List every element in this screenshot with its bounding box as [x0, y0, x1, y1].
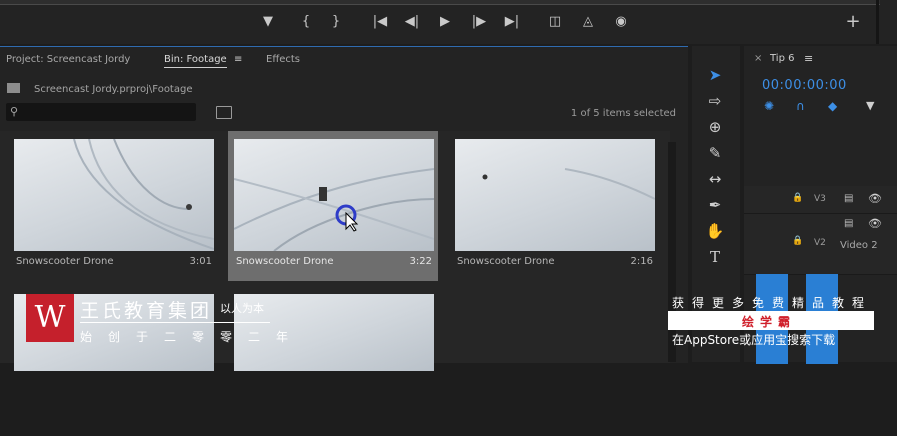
eye-icon[interactable]: 👁 — [868, 217, 882, 230]
go-to-out-icon[interactable]: ▶| — [502, 12, 522, 32]
tab-sequence[interactable]: Tip 6 — [770, 53, 794, 64]
track-v3[interactable]: 🔒 V3 ▤ 👁 — [744, 186, 897, 214]
slip-tool-icon[interactable]: ↔ — [704, 168, 726, 190]
track-label: V2 — [814, 238, 826, 248]
watermark-motto: 以人为本 — [220, 302, 264, 315]
panel-menu-icon[interactable]: ≡ — [234, 54, 242, 65]
eye-icon[interactable]: 👁 — [868, 192, 882, 205]
clip-thumbnail[interactable] — [455, 139, 655, 251]
snow-field-image — [482, 168, 655, 200]
track-v2[interactable]: 🔒 V2 ▤ 👁 Video 2 — [744, 214, 897, 275]
clip-name: Snowscooter Drone — [457, 256, 555, 267]
snap-icon[interactable]: ✺ — [764, 99, 774, 113]
lift-icon[interactable]: ◫ — [545, 12, 565, 32]
promo-line: 在AppStore或应用宝搜索下载 — [672, 333, 836, 347]
clip-item[interactable]: Snowscooter Drone 2:16 — [449, 131, 659, 281]
promo-line: 获得更多免费精品教程 — [672, 296, 873, 310]
sync-lock-icon[interactable]: ▤ — [844, 218, 853, 229]
snow-tracks-image — [73, 139, 214, 250]
clip-duration: 3:22 — [409, 256, 432, 267]
promo-brand: 绘学霸 — [742, 315, 797, 329]
go-to-in-icon[interactable]: |◀ — [370, 12, 390, 32]
add-marker-icon[interactable]: ▼ — [258, 12, 278, 32]
ripple-edit-tool-icon[interactable]: ⊕ — [704, 116, 726, 138]
tab-bin-footage[interactable]: Bin: Footage — [164, 54, 227, 68]
clip-name: Snowscooter Drone — [236, 256, 334, 267]
lock-icon[interactable]: 🔒 — [792, 193, 803, 203]
export-frame-icon[interactable]: ◉ — [611, 12, 631, 32]
clip-thumbnail[interactable] — [234, 139, 434, 251]
close-tab-icon[interactable]: × — [754, 53, 762, 64]
monitor-scrub-bar[interactable] — [0, 0, 880, 5]
tab-project[interactable]: Project: Screencast Jordy — [6, 54, 130, 65]
add-marker-icon[interactable]: ◆ — [828, 99, 837, 113]
folder-icon — [7, 83, 20, 93]
lock-icon[interactable]: 🔒 — [792, 236, 803, 246]
clip-duration: 2:16 — [630, 256, 653, 267]
tab-effects[interactable]: Effects — [266, 54, 300, 65]
hand-tool-icon[interactable]: ✋ — [704, 220, 726, 242]
sync-lock-icon[interactable]: ▤ — [844, 193, 853, 204]
new-search-bin-icon[interactable] — [216, 106, 232, 119]
step-back-icon[interactable]: ◀| — [402, 12, 422, 32]
button-editor-plus-icon[interactable]: + — [843, 12, 863, 32]
type-tool-icon[interactable]: T — [704, 246, 726, 268]
snow-tracks-image — [234, 168, 434, 251]
search-icon: ⚲ — [10, 105, 19, 118]
program-monitor-transport: ▼ { } |◀ ◀| ▶ |▶ ▶| ◫ ◬ ◉ + — [0, 0, 897, 44]
watermark-subtitle: 始创于二零零二年 — [80, 330, 305, 344]
track-label: V3 — [814, 194, 826, 204]
watermark-logo: W — [26, 294, 74, 342]
watermark-title: 王氏教育集团 — [80, 300, 213, 322]
playhead-timecode[interactable]: 00:00:00:00 — [762, 78, 847, 93]
watermark-divider — [80, 322, 270, 323]
clip-duration: 3:01 — [189, 256, 212, 267]
pen-tool-icon[interactable]: ✒ — [704, 194, 726, 216]
clip-item[interactable]: Snowscooter Drone 3:01 — [8, 131, 218, 281]
mark-in-icon[interactable]: { — [296, 12, 316, 32]
clip-item-selected[interactable]: Snowscooter Drone 3:22 — [228, 131, 438, 281]
timeline-settings-icon[interactable]: ▼ — [866, 99, 874, 112]
track-name: Video 2 — [840, 240, 878, 251]
linked-selection-icon[interactable]: ∩ — [796, 99, 805, 113]
selection-count: 1 of 5 items selected — [570, 108, 676, 119]
panel-menu-icon[interactable]: ≡ — [804, 52, 813, 65]
selection-tool-icon[interactable]: ➤ — [704, 64, 726, 86]
razor-tool-icon[interactable]: ✎ — [704, 142, 726, 164]
track-select-tool-icon[interactable]: ⇨ — [704, 90, 726, 112]
clip-thumbnail[interactable] — [14, 139, 214, 251]
clip-name: Snowscooter Drone — [16, 256, 114, 267]
search-input[interactable]: ⚲ — [6, 103, 196, 121]
extract-icon[interactable]: ◬ — [578, 12, 598, 32]
step-forward-icon[interactable]: |▶ — [469, 12, 489, 32]
bin-path: Screencast Jordy.prproj\Footage — [34, 84, 193, 95]
panel-divider — [876, 0, 879, 44]
mark-out-icon[interactable]: } — [326, 12, 346, 32]
play-icon[interactable]: ▶ — [435, 12, 455, 32]
